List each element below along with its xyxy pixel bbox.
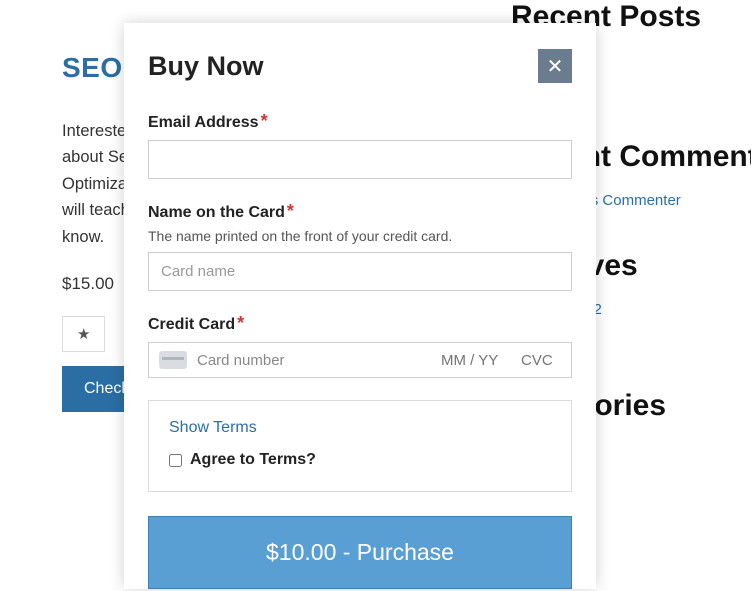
cardname-input[interactable] — [148, 252, 572, 291]
email-input[interactable] — [148, 140, 572, 179]
required-asterisk: * — [261, 111, 268, 131]
close-button[interactable]: ✕ — [538, 49, 572, 83]
required-asterisk: * — [287, 201, 294, 221]
card-cvc-input[interactable] — [521, 352, 561, 369]
agree-checkbox[interactable] — [169, 454, 182, 467]
modal-title: Buy Now — [148, 51, 264, 82]
modal-overlay: Buy Now ✕ Email Address* Name on the Car… — [0, 0, 751, 591]
buy-now-modal: Buy Now ✕ Email Address* Name on the Car… — [124, 23, 596, 589]
cc-label: Credit Card — [148, 316, 235, 334]
card-expiry-input[interactable] — [441, 352, 511, 369]
email-field-group: Email Address* — [148, 111, 572, 179]
agree-label: Agree to Terms? — [190, 451, 316, 469]
email-label: Email Address — [148, 114, 259, 132]
cc-field-group: Credit Card* — [148, 313, 572, 378]
name-label: Name on the Card — [148, 204, 285, 222]
card-number-input[interactable] — [197, 352, 431, 369]
purchase-button[interactable]: $10.00 - Purchase — [148, 516, 572, 589]
required-asterisk: * — [237, 313, 244, 333]
close-icon: ✕ — [547, 54, 564, 79]
credit-card-icon — [159, 351, 187, 369]
show-terms-link[interactable]: Show Terms — [169, 419, 551, 437]
terms-box: Show Terms Agree to Terms? — [148, 400, 572, 492]
name-hint: The name printed on the front of your cr… — [148, 228, 572, 244]
cc-input-row — [148, 342, 572, 378]
name-field-group: Name on the Card* The name printed on th… — [148, 201, 572, 291]
